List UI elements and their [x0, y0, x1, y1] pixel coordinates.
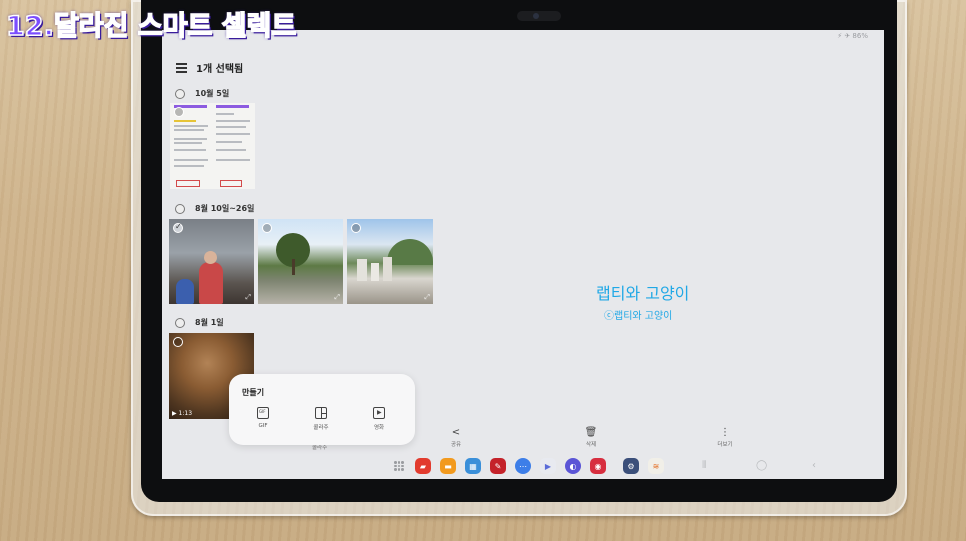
create-collage-button[interactable]: 콜라주	[301, 407, 341, 431]
video-overlay-title: 12.달라진 스마트 셀렉트	[5, 10, 297, 43]
group-select-radio[interactable]	[175, 88, 185, 99]
taskbar-dock: ▰ ▬ ▦ ✎ ⋯ ▶ ◐ ◉ ⚙ ≋	[394, 457, 664, 475]
select-checkbox[interactable]	[174, 107, 184, 117]
front-camera	[533, 13, 539, 19]
date-group-header: 8월 1일	[175, 317, 224, 328]
select-checkbox[interactable]	[351, 223, 361, 233]
dock-app[interactable]: ⋯	[515, 458, 531, 474]
gif-icon: GIF	[257, 407, 269, 419]
create-collage-label: 콜라주	[313, 425, 329, 431]
more-label: 더보기	[717, 442, 733, 448]
group-date: 8월 10일~26일	[195, 204, 255, 213]
dock-app[interactable]: ▶	[540, 458, 556, 474]
date-group-header: 8월 10일~26일	[175, 203, 254, 214]
camera-notch	[517, 11, 561, 21]
delete-label: 삭제	[585, 442, 597, 448]
select-checkbox[interactable]	[173, 337, 183, 347]
duration-text: 1:13	[178, 410, 193, 417]
page-title: 1개 선택됨	[196, 64, 244, 75]
photo-thumbnail[interactable]: ⤢	[347, 219, 433, 304]
create-movie-button[interactable]: ▶ 영화	[359, 407, 399, 431]
create-movie-label: 영화	[373, 425, 385, 431]
collage-icon	[315, 407, 327, 419]
select-checkbox-checked[interactable]	[173, 222, 183, 233]
photo-thumbnail[interactable]	[170, 103, 255, 189]
tablet-screen: ⚡ ✈ 86% 1개 선택됨 10월 5일 8월 10일~26일 ✓ ⤢ ⤢ ⤢…	[162, 30, 884, 479]
group-select-radio[interactable]	[175, 203, 185, 214]
movie-icon: ▶	[373, 407, 385, 419]
delete-button[interactable]: 🗑 삭제	[571, 427, 611, 448]
expand-icon[interactable]: ⤢	[424, 293, 430, 302]
share-label: 공유	[450, 442, 462, 448]
group-date: 10월 5일	[195, 89, 230, 98]
video-duration: ▶ 1:13	[172, 410, 193, 417]
dock-app[interactable]: ⚙	[623, 458, 639, 474]
share-button[interactable]: < 공유	[436, 427, 476, 448]
more-vertical-icon: ⋮	[720, 427, 730, 438]
share-icon: <	[451, 427, 461, 438]
watermark-main: 랩티와 고양이	[596, 284, 690, 303]
dock-app[interactable]: ◐	[565, 458, 581, 474]
status-bar: ⚡ ✈ 86%	[837, 32, 868, 40]
more-button[interactable]: ⋮ 더보기	[705, 427, 745, 448]
expand-icon[interactable]: ⤢	[334, 293, 340, 302]
hamburger-menu-icon[interactable]	[176, 63, 187, 73]
expand-icon[interactable]: ⤢	[245, 293, 251, 302]
dock-app[interactable]: ▰	[415, 458, 431, 474]
photo-thumbnail[interactable]: ⤢	[258, 219, 343, 304]
trash-icon: 🗑	[584, 427, 598, 438]
dock-app[interactable]: ▦	[465, 458, 481, 474]
selection-header: 1개 선택됨	[176, 60, 243, 75]
create-gif-label: GIF	[258, 423, 268, 429]
app-drawer-icon[interactable]	[394, 461, 404, 471]
photo-thumbnail[interactable]: ⤢	[169, 219, 254, 304]
date-group-header: 10월 5일	[175, 88, 229, 99]
back-nav-button[interactable]: ‹	[812, 460, 816, 471]
watermark-sub: ⓒ랩티와 고양이	[604, 311, 673, 322]
popup-title: 만들기	[242, 388, 265, 397]
dock-app[interactable]: ◉	[590, 458, 606, 474]
group-select-radio[interactable]	[175, 317, 185, 328]
dock-app[interactable]: ✎	[490, 458, 506, 474]
select-checkbox[interactable]	[262, 223, 272, 233]
recents-nav-button[interactable]: ⦀	[702, 460, 706, 471]
create-popup: 만들기 GIF GIF 콜라주 ▶ 영화	[229, 374, 415, 445]
create-gif-button[interactable]: GIF GIF	[243, 407, 283, 429]
group-date: 8월 1일	[195, 318, 224, 327]
home-nav-button[interactable]: ◯	[756, 460, 767, 471]
dock-app[interactable]: ▬	[440, 458, 456, 474]
dock-app[interactable]: ≋	[648, 458, 664, 474]
